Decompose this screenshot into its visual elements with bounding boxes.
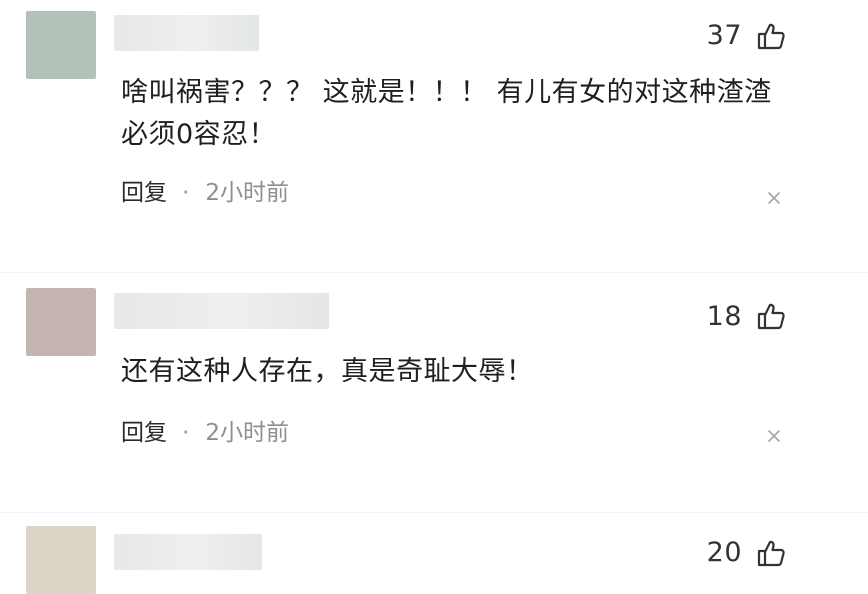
thumbs-up-icon[interactable] <box>756 301 786 331</box>
close-icon[interactable] <box>766 190 782 206</box>
like-count: 18 <box>706 301 742 332</box>
username-redacted[interactable] <box>114 293 329 329</box>
comment-meta: 回复 · 2小时前 <box>121 419 289 447</box>
thumbs-up-icon[interactable] <box>756 538 786 568</box>
timestamp: 2小时前 <box>205 180 289 206</box>
username-redacted[interactable] <box>114 534 262 570</box>
reply-button[interactable]: 回复 <box>121 420 167 446</box>
divider <box>0 512 868 513</box>
username-redacted[interactable] <box>114 15 259 51</box>
like-count: 37 <box>706 20 742 51</box>
timestamp: 2小时前 <box>205 420 289 446</box>
comment-item: 18 还有这种人存在，真是奇耻大辱！ 回复 · 2小时前 <box>0 274 868 510</box>
comment-text-line: 必须0容忍！ <box>121 119 277 150</box>
comment-text-line: 啥叫祸害？？？ 这就是！！！ 有儿有女的对这种渣渣 <box>121 77 772 108</box>
divider <box>0 272 868 273</box>
separator-dot: · <box>182 180 190 206</box>
comment-text: 还有这种人存在，真是奇耻大辱！ <box>121 351 801 393</box>
reply-button[interactable]: 回复 <box>121 180 167 206</box>
avatar[interactable] <box>26 11 96 79</box>
thumbs-up-icon[interactable] <box>756 21 786 51</box>
comment-item: 20 <box>0 514 868 594</box>
avatar[interactable] <box>26 526 96 594</box>
comment-item: 37 啥叫祸害？？？ 这就是！！！ 有儿有女的对这种渣渣 必须0容忍！ 回复 · 2… <box>0 0 868 270</box>
separator-dot: · <box>182 420 190 446</box>
avatar[interactable] <box>26 288 96 356</box>
like-count: 20 <box>706 537 742 568</box>
comment-meta: 回复 · 2小时前 <box>121 179 289 207</box>
comment-text-line: 还有这种人存在，真是奇耻大辱！ <box>121 356 534 387</box>
close-icon[interactable] <box>766 428 782 444</box>
comment-text: 啥叫祸害？？？ 这就是！！！ 有儿有女的对这种渣渣 必须0容忍！ <box>121 72 801 156</box>
